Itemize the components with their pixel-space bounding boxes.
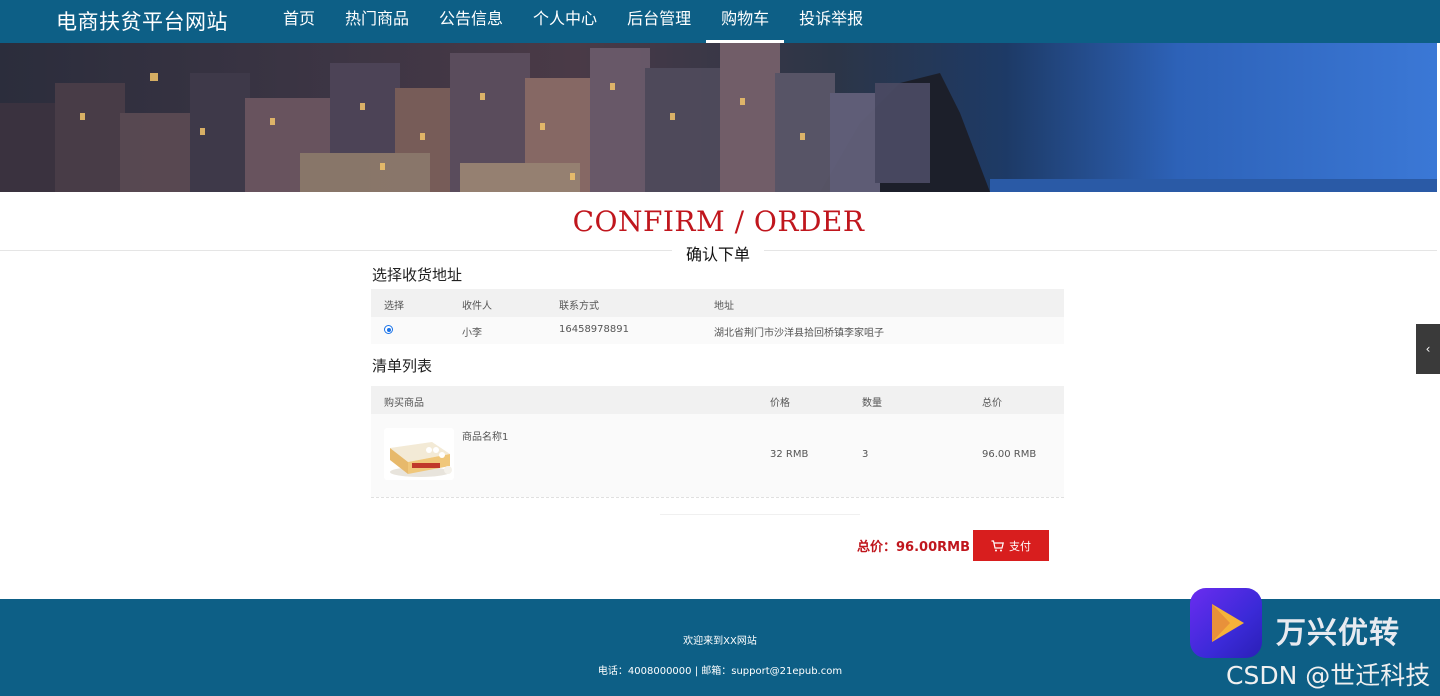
address-text: 湖北省荆门市沙洋县拾回桥镇李家咀子	[714, 328, 884, 339]
address-phone: 16458978891	[559, 324, 629, 335]
item-subtotal: 96.00 RMB	[982, 449, 1037, 460]
items-col-total: 总价	[982, 398, 1002, 409]
pay-button[interactable]: 支付	[973, 530, 1049, 561]
nav-cart[interactable]: 购物车	[706, 0, 785, 43]
pay-button-label: 支付	[1009, 539, 1031, 553]
top-navbar: 电商扶贫平台网站 首页 热门商品 公告信息 个人中心 后台管理 购物车 投诉举报	[0, 0, 1440, 43]
address-table: 选择 收件人 联系方式 地址 小李 16458978891 湖北省荆门市沙洋县拾…	[371, 289, 1064, 344]
product-box-icon[interactable]	[384, 428, 454, 480]
address-col-address: 地址	[714, 301, 734, 312]
items-table-header: 购买商品 价格 数量 总价	[371, 386, 1064, 414]
items-col-product: 购买商品	[384, 398, 424, 409]
coastal-village-illustration	[0, 43, 1437, 192]
items-col-quantity: 数量	[862, 398, 882, 409]
chevron-left-icon: ‹	[1425, 342, 1431, 356]
watermark-logo-icon	[1190, 588, 1262, 658]
address-col-select: 选择	[384, 301, 404, 312]
items-section-title: 清单列表	[372, 357, 433, 375]
nav-announcements[interactable]: 公告信息	[424, 0, 518, 43]
footer-contact: 电话：4008000000 | 邮箱：support@21epub.com	[597, 666, 843, 677]
items-divider	[371, 497, 1064, 498]
item-price: 32 RMB	[770, 449, 809, 460]
address-col-recipient: 收件人	[462, 301, 492, 312]
address-recipient: 小李	[462, 328, 482, 339]
hero-banner-image	[0, 43, 1437, 192]
page-title-cn: 确认下单	[672, 241, 764, 265]
address-row[interactable]: 小李 16458978891 湖北省荆门市沙洋县拾回桥镇李家咀子	[371, 317, 1064, 344]
site-brand[interactable]: 电商扶贫平台网站	[56, 6, 228, 36]
page-title-en: CONFIRM / ORDER	[572, 205, 865, 238]
nav-complaints[interactable]: 投诉举报	[784, 0, 878, 43]
address-table-header: 选择 收件人 联系方式 地址	[371, 289, 1064, 317]
watermark-title: 万兴优转	[1276, 616, 1400, 651]
address-col-phone: 联系方式	[559, 301, 599, 312]
address-section-title: 选择收货地址	[372, 266, 463, 284]
faint-divider	[660, 514, 860, 515]
order-total: 总价：96.00RMB	[857, 540, 970, 555]
item-name[interactable]: 商品名称1	[462, 428, 508, 443]
nav-personal-center[interactable]: 个人中心	[518, 0, 612, 43]
items-col-price: 价格	[770, 398, 790, 409]
item-quantity: 3	[862, 449, 869, 460]
item-row: 商品名称1 32 RMB 3 96.00 RMB	[371, 414, 1064, 497]
side-panel-toggle[interactable]: ‹	[1416, 324, 1440, 374]
cart-icon	[991, 539, 1004, 551]
nav-hot-products[interactable]: 热门商品	[330, 0, 424, 43]
nav-home[interactable]: 首页	[268, 0, 330, 43]
watermark-csdn: CSDN @世迁科技	[1226, 661, 1431, 690]
main-nav: 首页 热门商品 公告信息 个人中心 后台管理 购物车 投诉举报	[268, 0, 878, 43]
nav-admin[interactable]: 后台管理	[612, 0, 706, 43]
address-select-radio[interactable]	[384, 325, 393, 334]
items-table: 购买商品 价格 数量 总价 商品名称1 32 RMB 3 96.00 RMB	[371, 386, 1064, 497]
